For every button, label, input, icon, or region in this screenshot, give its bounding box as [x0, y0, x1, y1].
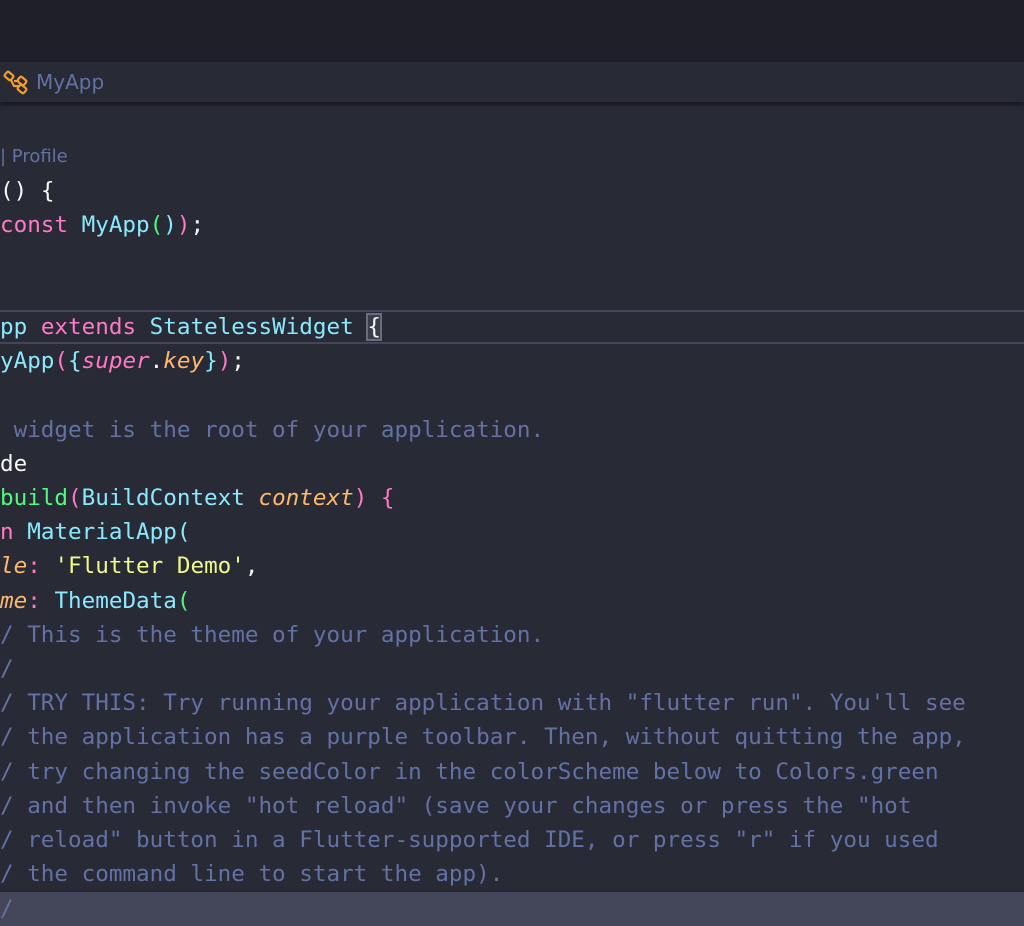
- class-symbol-icon: [3, 70, 28, 95]
- code-line[interactable]: n MaterialApp(: [0, 515, 1024, 549]
- code-token: / This is the theme of your application.: [0, 622, 545, 648]
- code-line[interactable]: / the command line to start the app).: [0, 857, 1024, 891]
- code-token: :: [27, 553, 41, 579]
- code-token: ;: [231, 348, 245, 374]
- text-cursor-bracket: {: [366, 313, 382, 341]
- code-token: 'Flutter Demo': [54, 553, 245, 579]
- code-token: / and then invoke "hot reload" (save you…: [0, 793, 912, 819]
- title-bar: [0, 0, 1024, 62]
- code-token: BuildContext: [81, 485, 245, 511]
- code-token: {: [68, 348, 82, 374]
- code-token: key: [163, 348, 205, 374]
- code-token: (): [0, 178, 28, 204]
- code-line[interactable]: le: 'Flutter Demo',: [0, 549, 1024, 583]
- code-line-current[interactable]: pp extends StatelessWidget {: [0, 310, 1024, 344]
- code-token: (: [149, 212, 164, 238]
- breadcrumb-label[interactable]: MyApp: [36, 70, 104, 94]
- code-line[interactable]: / the application has a purple toolbar. …: [0, 720, 1024, 754]
- code-line[interactable]: / try changing the seedColor in the colo…: [0, 755, 1024, 789]
- code-line[interactable]: de: [0, 447, 1024, 481]
- code-token: / the application has a purple toolbar. …: [0, 724, 966, 750]
- code-line[interactable]: const MyApp());: [0, 208, 1024, 242]
- code-token: / TRY THIS: Try running your application…: [0, 690, 966, 716]
- code-line[interactable]: / and then invoke "hot reload" (save you…: [0, 789, 1024, 823]
- code-token: }: [204, 348, 218, 374]
- code-token: StatelessWidget: [149, 314, 354, 340]
- code-token: / try changing the seedColor in the colo…: [0, 759, 939, 785]
- code-token: ): [176, 212, 191, 238]
- code-token: extends: [40, 314, 137, 340]
- code-line[interactable]: / This is the theme of your application.: [0, 618, 1024, 652]
- code-token: yApp: [0, 348, 55, 374]
- code-token: (: [176, 519, 191, 545]
- code-token: :: [27, 588, 41, 614]
- code-token: MaterialApp: [27, 519, 177, 545]
- code-token: ThemeData: [54, 588, 177, 614]
- code-token: / reload" button in a Flutter-supported …: [0, 827, 939, 853]
- code-token: /: [0, 896, 14, 922]
- code-token: super: [81, 348, 150, 374]
- code-token: pp: [0, 314, 28, 340]
- code-token: const: [0, 212, 69, 238]
- code-token: ,: [244, 553, 259, 579]
- code-line[interactable]: () {: [0, 174, 1024, 208]
- codelens-profile[interactable]: | Profile: [0, 146, 68, 167]
- code-token: n: [0, 519, 14, 545]
- breadcrumb[interactable]: MyApp: [0, 62, 1024, 102]
- code-token: {: [27, 178, 55, 204]
- code-line[interactable]: /: [0, 892, 1024, 926]
- code-token: context: [258, 485, 354, 511]
- code-token: de: [0, 451, 28, 477]
- code-token: widget is the root of your application.: [0, 417, 545, 443]
- code-line[interactable]: / TRY THIS: Try running your application…: [0, 686, 1024, 720]
- code-token: / the command line to start the app).: [0, 861, 504, 887]
- code-line[interactable]: / reload" button in a Flutter-supported …: [0, 823, 1024, 857]
- code-token: build: [0, 485, 69, 511]
- code-token: ;: [190, 212, 205, 238]
- code-token: /: [0, 656, 14, 682]
- code-token: me: [0, 588, 28, 614]
- code-token: (: [176, 588, 191, 614]
- code-token: (: [54, 348, 69, 374]
- code-token: ): [217, 348, 232, 374]
- code-token: (: [68, 485, 82, 511]
- code-token: ): [353, 485, 368, 511]
- code-line[interactable]: /: [0, 652, 1024, 686]
- code-line[interactable]: yApp({super.key});: [0, 344, 1024, 378]
- code-token: MyApp: [81, 212, 150, 238]
- code-token: le: [0, 553, 28, 579]
- code-line[interactable]: me: ThemeData(: [0, 584, 1024, 618]
- code-line[interactable]: build(BuildContext context) {: [0, 481, 1024, 515]
- code-token: ): [163, 212, 177, 238]
- code-token: {: [380, 485, 395, 511]
- code-line[interactable]: widget is the root of your application.: [0, 413, 1024, 447]
- code-token: .: [149, 348, 164, 374]
